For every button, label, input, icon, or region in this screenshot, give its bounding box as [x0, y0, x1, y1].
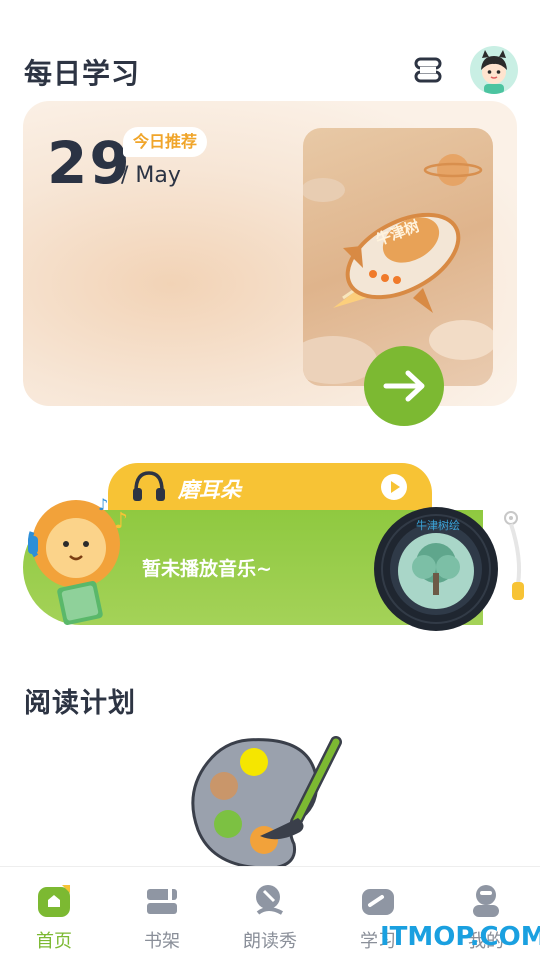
date-day: 29 — [47, 129, 132, 197]
music-status: 暂未播放音乐~ — [142, 558, 272, 580]
tab-label: 首页 — [36, 931, 72, 952]
watermark: ITMOP.COM — [380, 922, 540, 952]
page-title: 每日学习 — [24, 57, 141, 90]
tab-label: 朗读秀 — [243, 931, 297, 952]
tab-home[interactable]: 首页 — [0, 867, 108, 961]
tab-reading-show[interactable]: 朗读秀 — [216, 867, 324, 961]
study-icon — [362, 889, 394, 915]
lion-mascot-icon: ♪ ♪ — [28, 495, 128, 625]
vinyl-record-icon[interactable]: 牛津树绘 — [372, 505, 500, 633]
svg-text:♪: ♪ — [114, 509, 128, 534]
music-title: 磨耳朵 — [178, 478, 241, 502]
home-icon — [38, 885, 70, 917]
tonearm-icon[interactable] — [500, 508, 530, 608]
header: 每日学习 — [0, 40, 540, 100]
microphone-icon — [256, 885, 283, 915]
arrow-right-icon — [383, 370, 425, 402]
tab-bookshelf[interactable]: 书架 — [108, 867, 216, 961]
avatar-icon — [481, 50, 507, 94]
play-icon[interactable] — [380, 473, 408, 501]
reading-plan-title: 阅读计划 — [24, 688, 136, 719]
avatar[interactable] — [470, 46, 518, 94]
tab-label: 书架 — [144, 931, 180, 952]
svg-text:♪: ♪ — [98, 495, 108, 514]
record-label: 牛津树绘 — [416, 518, 460, 532]
layers-icon[interactable] — [412, 54, 444, 86]
open-recommendation-button[interactable] — [364, 346, 444, 426]
date-month: / May — [121, 163, 181, 188]
recommendation-badge: 今日推荐 — [123, 127, 208, 157]
palette-icon — [191, 736, 342, 870]
profile-icon — [473, 885, 499, 917]
bookshelf-icon — [147, 889, 177, 914]
